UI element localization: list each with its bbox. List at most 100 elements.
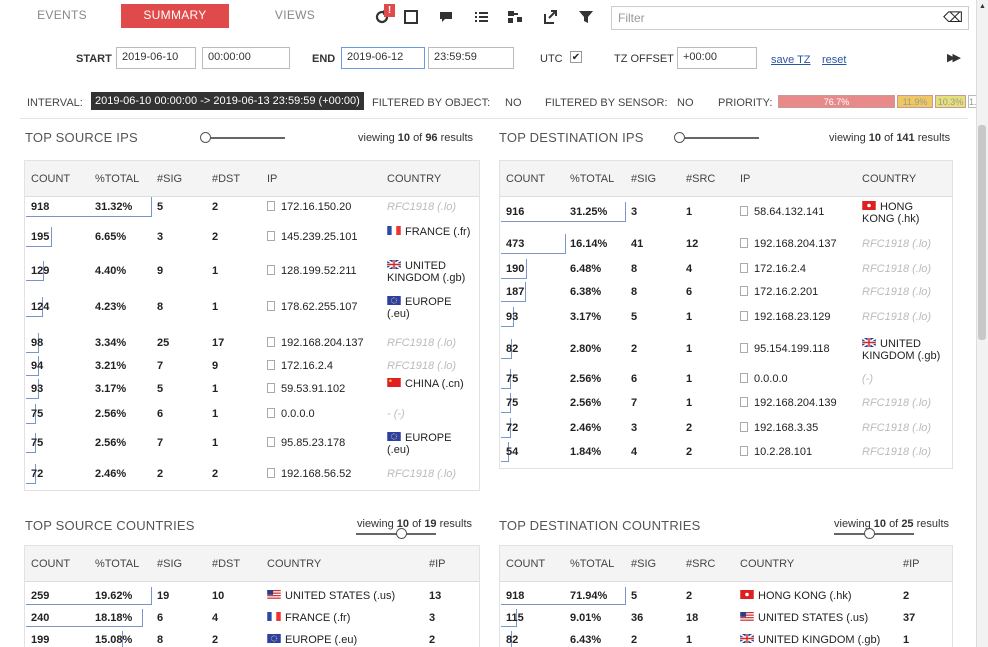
column-header[interactable]: COUNT xyxy=(506,173,545,185)
ip-address[interactable]: 172.16.2.4 xyxy=(281,360,333,372)
ip-checkbox[interactable] xyxy=(267,201,275,211)
table-row[interactable]: 93 3.17% 5 1 59.53.91.102 CHINA (.cn) xyxy=(25,378,479,401)
table-row[interactable]: 54 1.84% 4 2 10.2.28.101 RFC1918 (.lo) xyxy=(500,442,952,464)
column-header[interactable]: COUNTRY xyxy=(862,173,916,185)
ip-cell[interactable]: 95.154.199.118 xyxy=(740,343,830,355)
ip-checkbox[interactable] xyxy=(267,383,275,393)
ip-cell[interactable]: 178.62.255.107 xyxy=(267,301,357,313)
ip-address[interactable]: 178.62.255.107 xyxy=(281,301,357,313)
ip-address[interactable]: 0.0.0.0 xyxy=(281,408,315,420)
reset-link[interactable]: reset xyxy=(822,54,846,66)
table-row[interactable]: 75 2.56% 7 1 95.85.23.178 EUROPE (.eu) xyxy=(25,432,479,456)
table-row[interactable]: 918 71.94% 5 2 HONG KONG (.hk) 2 xyxy=(500,587,952,609)
table-row[interactable]: 918 31.32% 5 2 172.16.150.20 RFC1918 (.lo) xyxy=(25,197,479,219)
ip-cell[interactable]: 95.85.23.178 xyxy=(267,437,345,449)
table-row[interactable]: 75 2.56% 6 1 0.0.0.0 - (-) xyxy=(25,404,479,426)
column-header[interactable]: #SIG xyxy=(631,558,656,570)
table-row[interactable]: 115 9.01% 36 18 UNITED STATES (.us) 37 xyxy=(500,609,952,631)
column-header[interactable]: #SRC xyxy=(686,558,715,570)
table-row[interactable]: 98 3.34% 25 17 192.168.204.137 RFC1918 (.lo) xyxy=(25,333,479,355)
tab-events[interactable]: EVENTS xyxy=(22,4,102,28)
end-time-input[interactable]: 23:59:59 xyxy=(428,47,514,69)
ip-address[interactable]: 0.0.0.0 xyxy=(754,373,788,385)
table-row[interactable]: 72 2.46% 3 2 192.168.3.35 RFC1918 (.lo) xyxy=(500,418,952,440)
country-name[interactable]: HONG KONG (.hk) xyxy=(758,590,852,602)
filter-input[interactable]: Filter xyxy=(611,6,969,30)
column-header[interactable]: COUNTRY xyxy=(267,558,321,570)
square-icon[interactable] xyxy=(402,8,420,26)
ip-cell[interactable]: 172.16.2.4 xyxy=(740,263,806,275)
top-destination-ips-slider-knob[interactable] xyxy=(674,132,685,143)
country-name[interactable]: UNITED KINGDOM (.gb) xyxy=(758,634,880,646)
ip-address[interactable]: 172.16.150.20 xyxy=(281,201,351,213)
comment-icon[interactable] xyxy=(437,8,455,26)
table-row[interactable]: 259 19.62% 19 10 UNITED STATES (.us) 13 xyxy=(25,587,479,609)
ip-address[interactable]: 95.85.23.178 xyxy=(281,437,345,449)
start-time-input[interactable]: 00:00:00 xyxy=(202,47,290,69)
scroll-up-icon[interactable]: ▲ xyxy=(979,3,986,10)
ip-cell[interactable]: 59.53.91.102 xyxy=(267,383,345,395)
end-date-input[interactable]: 2019-06-12 xyxy=(341,47,425,69)
ip-address[interactable]: 58.64.132.141 xyxy=(754,206,824,218)
column-header[interactable]: #DST xyxy=(212,173,240,185)
column-header[interactable]: #IP xyxy=(429,558,446,570)
ip-checkbox[interactable] xyxy=(740,343,748,353)
save-tz-link[interactable]: save TZ xyxy=(771,54,811,66)
ip-address[interactable]: 192.168.204.137 xyxy=(754,238,837,250)
ip-address[interactable]: 172.16.2.201 xyxy=(754,286,818,298)
scrollbar-thumb[interactable] xyxy=(978,125,986,340)
sitemap-icon[interactable] xyxy=(506,8,524,26)
table-row[interactable]: 187 6.38% 8 6 172.16.2.201 RFC1918 (.lo) xyxy=(500,282,952,304)
ip-cell[interactable]: 145.239.25.101 xyxy=(267,231,357,243)
table-row[interactable]: 916 31.25% 3 1 58.64.132.141 HONG KONG (.hk) xyxy=(500,201,952,225)
country-cell[interactable]: HONG KONG (.hk) xyxy=(740,590,852,602)
table-row[interactable]: 72 2.46% 2 2 192.168.56.52 RFC1918 (.lo) xyxy=(25,464,479,486)
ip-checkbox[interactable] xyxy=(740,206,748,216)
ip-address[interactable]: 145.239.25.101 xyxy=(281,231,357,243)
column-header[interactable]: %TOTAL xyxy=(95,558,139,570)
ip-cell[interactable]: 192.168.204.137 xyxy=(267,337,364,349)
ip-checkbox[interactable] xyxy=(740,238,748,248)
column-header[interactable]: #DST xyxy=(212,558,240,570)
table-row[interactable]: 240 18.18% 6 4 FRANCE (.fr) 3 xyxy=(25,609,479,631)
ip-checkbox[interactable] xyxy=(267,408,275,418)
column-header[interactable]: IP xyxy=(267,173,277,185)
table-row[interactable]: 195 6.65% 3 2 145.239.25.101 FRANCE (.fr) xyxy=(25,226,479,249)
ip-checkbox[interactable] xyxy=(267,301,275,311)
ip-cell[interactable]: 192.168.204.139 xyxy=(740,397,837,409)
column-header[interactable]: COUNT xyxy=(31,173,70,185)
table-row[interactable]: 124 4.23% 8 1 178.62.255.107 EUROPE (.eu) xyxy=(25,296,479,320)
ip-checkbox[interactable] xyxy=(740,286,748,296)
country-cell[interactable]: EUROPE (.eu) xyxy=(267,634,357,646)
filter-icon[interactable] xyxy=(577,8,595,26)
utc-checkbox[interactable]: ✔ xyxy=(570,51,582,63)
ip-address[interactable]: 192.168.56.52 xyxy=(281,468,351,480)
ip-checkbox[interactable] xyxy=(267,231,275,241)
ip-cell[interactable]: 0.0.0.0 xyxy=(740,373,788,385)
column-header[interactable]: IP xyxy=(740,173,750,185)
ip-checkbox[interactable] xyxy=(267,468,275,478)
ip-cell[interactable]: 0.0.0.0 xyxy=(267,408,315,420)
play-icon[interactable]: ▶▶ xyxy=(947,51,961,64)
ip-address[interactable]: 192.168.204.139 xyxy=(754,397,837,409)
ip-cell[interactable]: 192.168.3.35 xyxy=(740,422,818,434)
column-header[interactable]: #SIG xyxy=(157,558,182,570)
ip-address[interactable]: 59.53.91.102 xyxy=(281,383,345,395)
ip-checkbox[interactable] xyxy=(740,311,748,321)
column-header[interactable]: COUNT xyxy=(506,558,545,570)
clear-filter-icon[interactable]: ⌫ xyxy=(942,8,964,26)
column-header[interactable]: #SIG xyxy=(157,173,182,185)
table-row[interactable]: 93 3.17% 5 1 192.168.23.129 RFC1918 (.lo) xyxy=(500,307,952,329)
ip-cell[interactable]: 10.2.28.101 xyxy=(740,446,812,458)
table-row[interactable]: 82 2.80% 2 1 95.154.199.118 UNITED KINGDOM (.… xyxy=(500,338,952,362)
country-cell[interactable]: UNITED STATES (.us) xyxy=(740,612,868,624)
column-header[interactable]: COUNT xyxy=(31,558,70,570)
ip-address[interactable]: 128.199.52.211 xyxy=(281,265,357,277)
ip-checkbox[interactable] xyxy=(267,337,275,347)
export-icon[interactable] xyxy=(541,8,559,26)
country-cell[interactable]: FRANCE (.fr) xyxy=(267,612,350,624)
table-row[interactable]: 473 16.14% 41 12 192.168.204.137 RFC1918 (.lo… xyxy=(500,234,952,256)
column-header[interactable]: #SIG xyxy=(631,173,656,185)
ip-checkbox[interactable] xyxy=(740,422,748,432)
column-header[interactable]: %TOTAL xyxy=(570,558,614,570)
